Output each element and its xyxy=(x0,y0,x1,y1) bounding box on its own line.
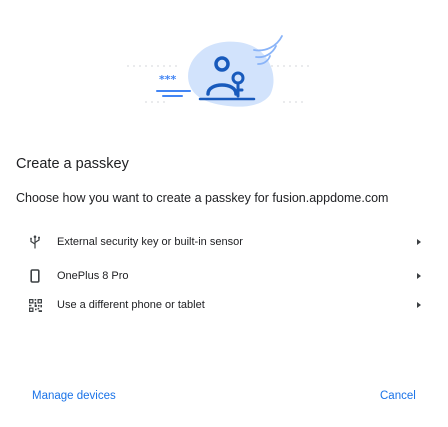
dialog-title: Create a passkey xyxy=(16,156,129,172)
illustration-blob xyxy=(188,41,274,107)
passkey-illustration: *** xyxy=(127,35,309,107)
chevron-right-icon xyxy=(417,239,421,245)
option-label: External security key or built-in sensor xyxy=(57,236,243,248)
option-security-key[interactable]: External security key or built-in sensor xyxy=(0,225,448,259)
chevron-right-icon xyxy=(417,273,421,279)
option-label: Use a different phone or tablet xyxy=(57,299,205,311)
option-different-device[interactable]: Use a different phone or tablet xyxy=(0,288,448,322)
qr-code-icon xyxy=(28,298,42,312)
manage-devices-button[interactable]: Manage devices xyxy=(32,384,116,408)
cancel-button[interactable]: Cancel xyxy=(380,384,416,408)
passkey-dialog: *** Create a passkey Choose how you want… xyxy=(0,0,448,427)
dialog-subtitle: Choose how you want to create a passkey … xyxy=(16,191,389,205)
phone-icon xyxy=(28,269,42,283)
chevron-right-icon xyxy=(417,302,421,308)
usb-icon xyxy=(28,235,42,249)
illustration-stars: *** xyxy=(159,73,177,86)
option-label: OnePlus 8 Pro xyxy=(57,270,129,282)
